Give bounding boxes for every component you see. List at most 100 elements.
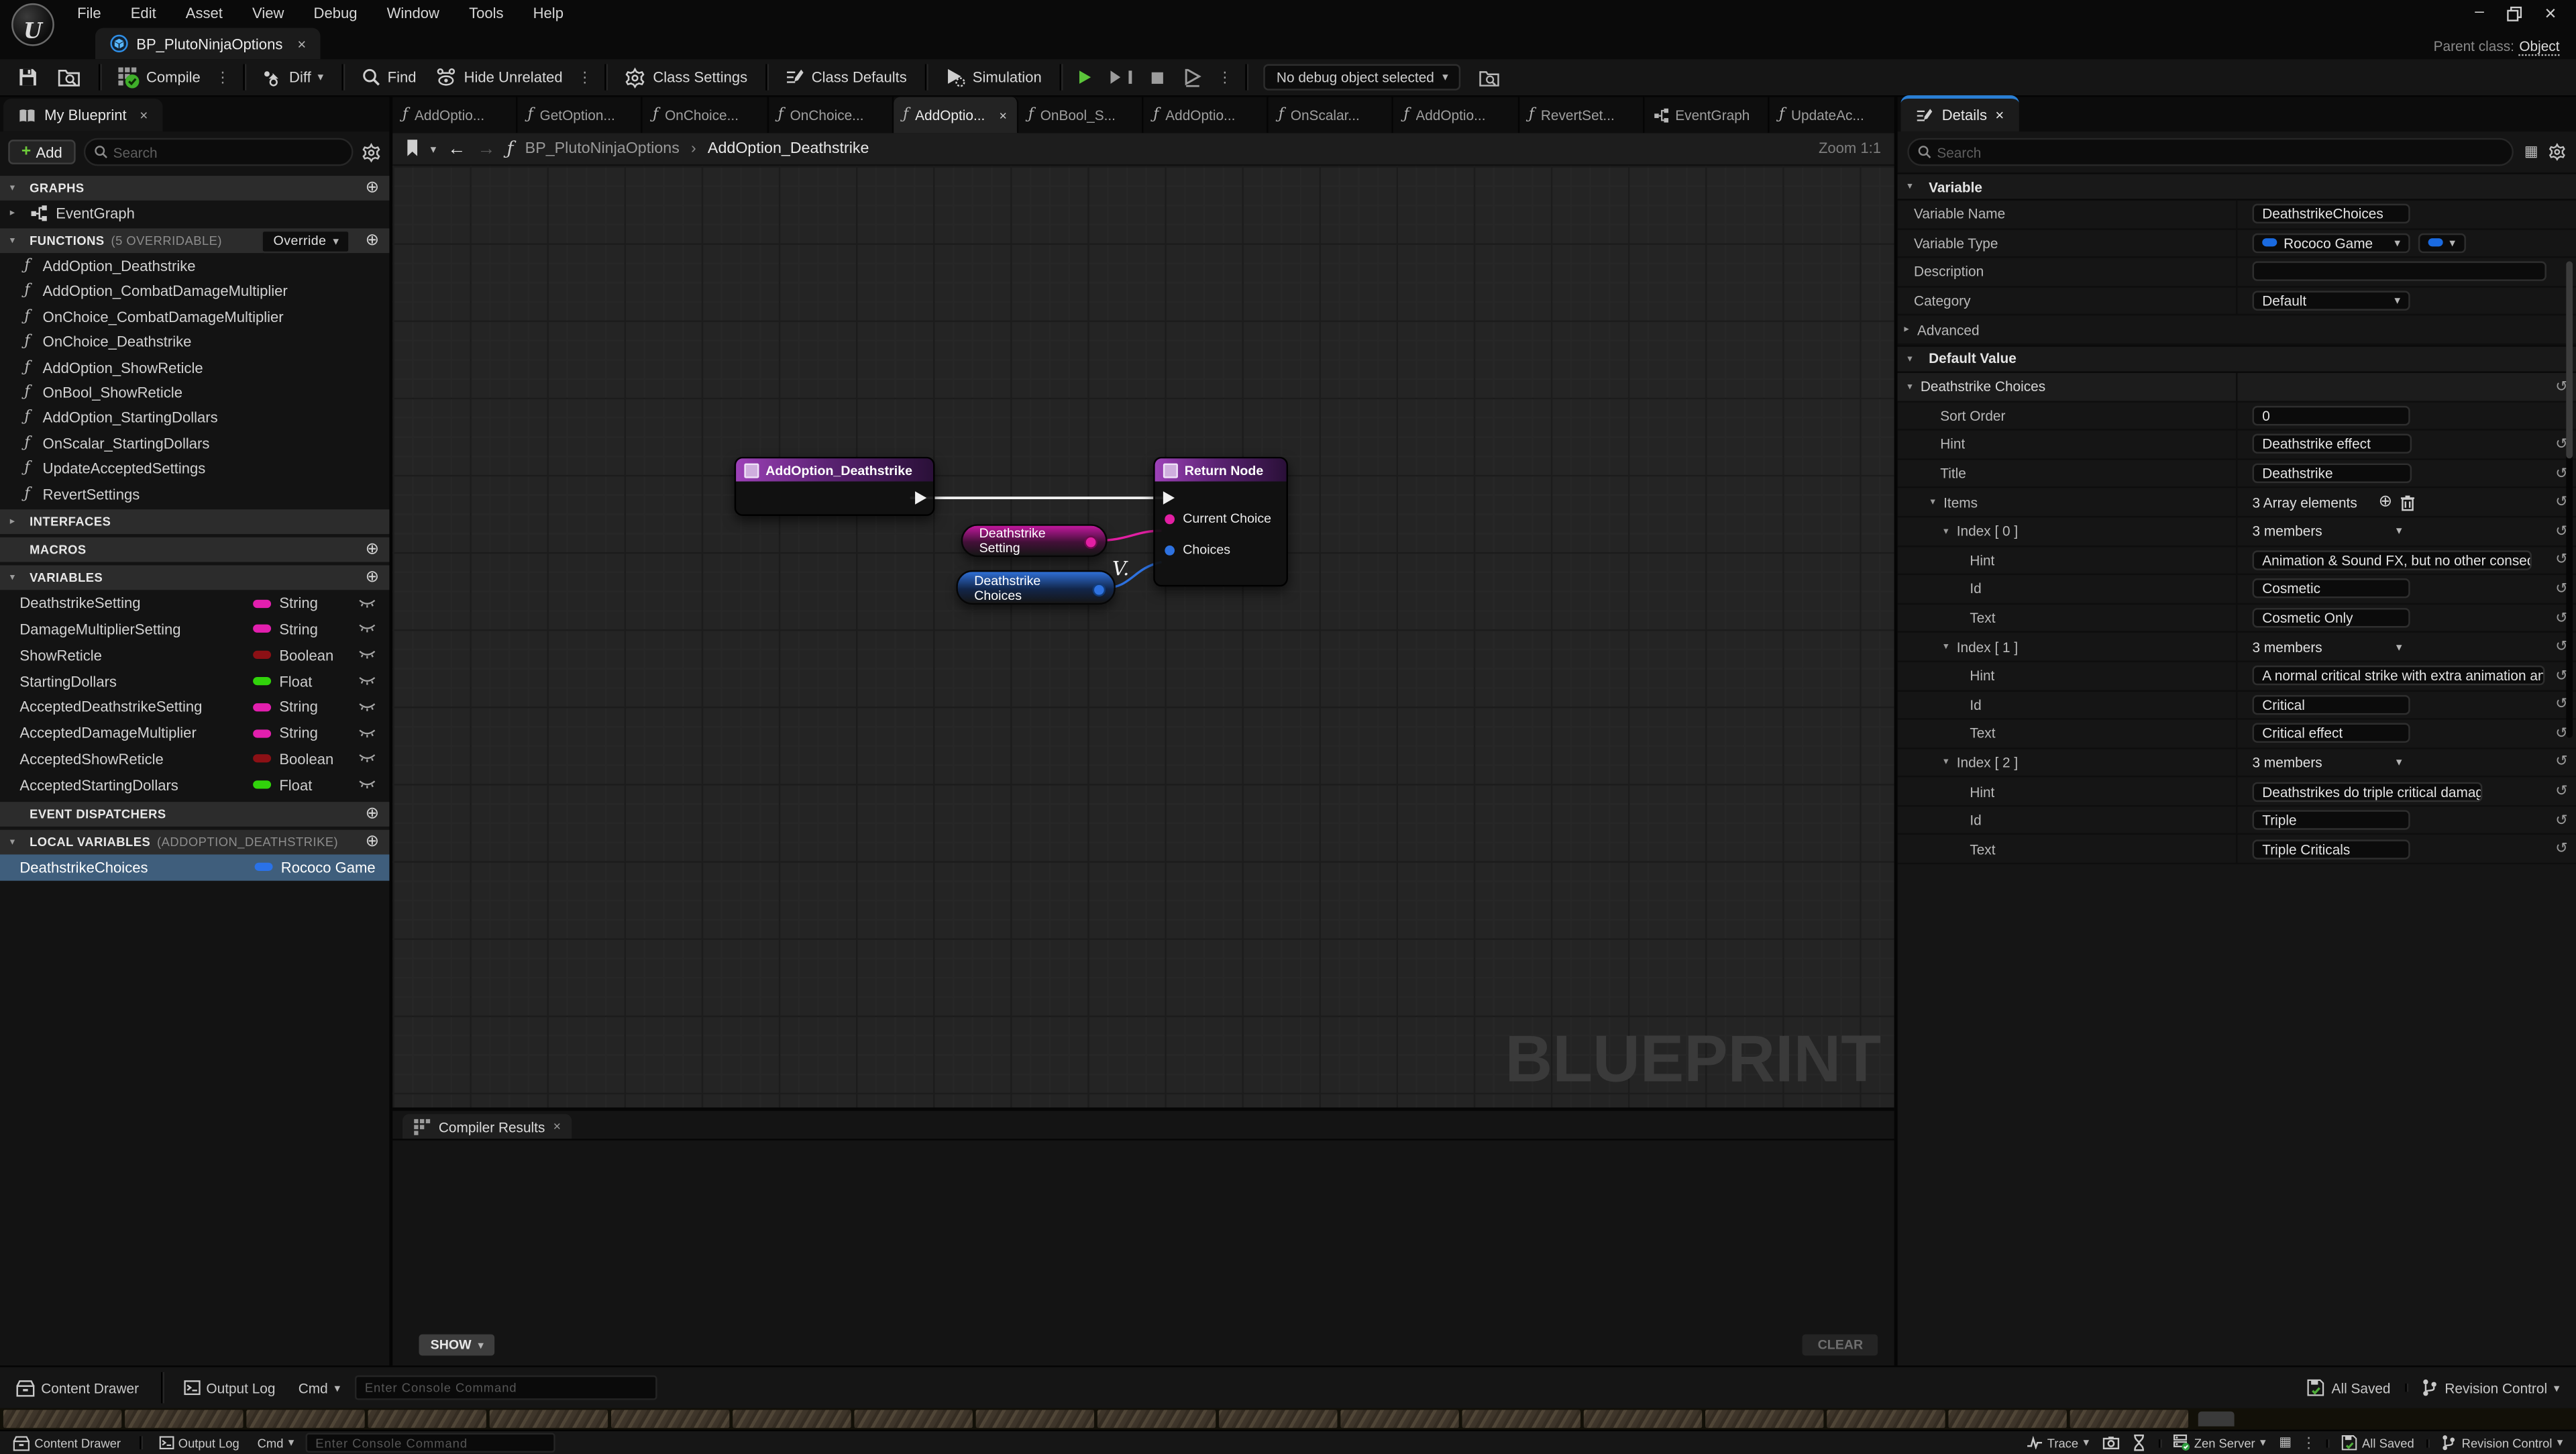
category-combobox[interactable]: Default ▾ xyxy=(2253,291,2410,311)
close-panel-icon[interactable]: × xyxy=(140,107,148,123)
menu-debug[interactable]: Debug xyxy=(302,1,368,24)
node-getter-deathstrike-setting[interactable]: Deathstrike Setting xyxy=(961,524,1108,557)
chevron-down-icon[interactable]: ▾ xyxy=(431,142,437,156)
graph-tab[interactable]: ƒRevertSet... xyxy=(1519,97,1644,133)
graph-tab[interactable]: ƒOnChoice... xyxy=(768,97,894,133)
clear-button[interactable]: CLEAR xyxy=(1803,1335,1878,1356)
breadcrumb-root[interactable]: BP_PlutoNinjaOptions xyxy=(525,140,680,158)
tab-details[interactable]: Details × xyxy=(1900,95,2019,132)
variable-row[interactable]: StartingDollarsFloat xyxy=(0,668,389,694)
play-options-kebab[interactable]: ⋮ xyxy=(1214,68,1236,87)
menu-asset[interactable]: Asset xyxy=(174,1,234,24)
trace-dropdown[interactable]: Trace ▾ xyxy=(2021,1435,2096,1450)
local-variables-header[interactable]: ▾ LOCAL VARIABLES (ADDOPTION_DEATHSTRIKE… xyxy=(0,829,389,854)
row-index-0[interactable]: ▾ Index [ 0 ] 3 members▾ ↺ xyxy=(1898,517,2576,546)
graph-tab[interactable]: ƒAddOptio... xyxy=(392,97,518,133)
variable-row[interactable]: AcceptedStartingDollarsFloat xyxy=(0,772,389,798)
pin-row-choices[interactable]: Choices xyxy=(1155,539,1287,560)
revision-control-button[interactable]: Revision Control ▾ xyxy=(2414,1379,2568,1397)
graph-tab[interactable]: ƒUpdateAc... xyxy=(1769,97,1894,133)
compile-button[interactable]: Compile xyxy=(110,63,209,91)
compile-options-kebab[interactable]: ⋮ xyxy=(212,68,233,87)
override-dropdown[interactable]: Override ▾ xyxy=(262,230,350,253)
close-icon[interactable]: × xyxy=(2544,3,2556,23)
index-text-input[interactable]: Cosmetic Only xyxy=(2253,608,2410,627)
display-filter-grid-icon[interactable]: ▦ xyxy=(2524,145,2538,160)
row-advanced[interactable]: ▸ Advanced xyxy=(1898,316,2576,345)
close-panel-icon[interactable]: × xyxy=(1995,107,2004,123)
variables-header[interactable]: ▾ VARIABLES ⊕ xyxy=(0,566,389,590)
find-node-button[interactable] xyxy=(1175,65,1211,90)
graph-canvas[interactable]: AddOption_Deathstrike Return Node Curren… xyxy=(392,166,1894,1107)
variable-row[interactable]: AcceptedDamageMultiplierString xyxy=(0,720,389,746)
eye-closed-icon[interactable] xyxy=(358,779,376,790)
details-settings-gear-icon[interactable] xyxy=(2548,143,2566,161)
description-input[interactable] xyxy=(2253,262,2546,282)
add-macro-icon[interactable]: ⊕ xyxy=(366,541,380,559)
bookmark-icon[interactable] xyxy=(406,140,419,158)
reset-to-default-icon[interactable]: ↺ xyxy=(2555,840,2567,858)
find-button[interactable]: Find xyxy=(353,64,425,91)
close-tab-icon[interactable]: × xyxy=(999,107,1006,122)
zen-server-dropdown[interactable]: Zen Server ▾ xyxy=(2166,1435,2272,1451)
details-search-input[interactable] xyxy=(1932,144,2513,160)
details-scrollbar[interactable] xyxy=(2566,261,2573,737)
variable-row[interactable]: DamageMultiplierSettingString xyxy=(0,617,389,643)
row-group-deathstrike-choices[interactable]: ▾ Deathstrike Choices ↺ xyxy=(1898,373,2576,402)
functions-header[interactable]: ▾ FUNCTIONS (5 OVERRIDABLE) Override ▾ ⊕ xyxy=(0,229,389,254)
close-tab-icon[interactable]: × xyxy=(553,1119,561,1134)
pin-row-current-choice[interactable]: Current Choice xyxy=(1155,508,1287,529)
cmd-dropdown[interactable]: Cmd ▾ xyxy=(251,1435,301,1450)
tab-my-blueprint[interactable]: My Blueprint × xyxy=(3,99,163,132)
all-saved-button[interactable]: All Saved xyxy=(2299,1379,2399,1397)
event-dispatchers-header[interactable]: EVENT DISPATCHERS ⊕ xyxy=(0,801,389,826)
chevron-down-icon[interactable]: ▾ xyxy=(2396,640,2402,654)
stop-button[interactable] xyxy=(1144,68,1172,87)
hourglass-icon[interactable] xyxy=(2125,1435,2151,1451)
graphs-header[interactable]: ▾ GRAPHS ⊕ xyxy=(0,176,389,201)
menu-window[interactable]: Window xyxy=(375,1,451,24)
function-item[interactable]: ƒOnScalar_StartingDollars xyxy=(0,431,389,456)
local-variable-row-selected[interactable]: DeathstrikeChoices Rococo Game Optio xyxy=(0,854,389,880)
node-function-entry[interactable]: AddOption_Deathstrike xyxy=(735,457,935,516)
variable-type-dropdown[interactable]: Rococo Game ▾ xyxy=(2253,233,2410,252)
function-item[interactable]: ƒOnChoice_Deathstrike xyxy=(0,329,389,355)
show-filter-button[interactable]: SHOW ▾ xyxy=(419,1335,495,1356)
interfaces-header[interactable]: ▸ INTERFACES xyxy=(0,510,389,535)
reset-to-default-icon[interactable]: ↺ xyxy=(2555,811,2567,829)
class-defaults-button[interactable]: Class Defaults xyxy=(777,64,915,91)
browse-asset-button[interactable] xyxy=(49,64,89,91)
pin-out-object[interactable] xyxy=(1093,582,1106,596)
graph-tab[interactable]: ƒOnChoice... xyxy=(643,97,768,133)
restore-icon[interactable] xyxy=(2507,6,2522,21)
menu-file[interactable]: File xyxy=(66,1,113,24)
function-item[interactable]: ƒRevertSettings xyxy=(0,481,389,507)
eye-closed-icon[interactable] xyxy=(358,650,376,661)
pin-current-choice[interactable] xyxy=(1165,513,1175,523)
add-dispatcher-icon[interactable]: ⊕ xyxy=(366,804,380,823)
console-input[interactable] xyxy=(357,1380,656,1395)
index-hint-input[interactable]: A normal critical strike with extra anim… xyxy=(2253,666,2545,685)
forward-icon[interactable]: → xyxy=(477,139,495,158)
hide-unrelated-button[interactable]: Hide Unrelated xyxy=(428,64,571,91)
list-item-eventgraph[interactable]: ▸ EventGraph xyxy=(0,201,389,226)
chevron-down-icon[interactable]: ▾ xyxy=(2396,756,2402,769)
index-id-input[interactable]: Cosmetic xyxy=(2253,579,2410,599)
expand-icon[interactable]: ▸ xyxy=(10,207,23,219)
row-index-1[interactable]: ▾ Index [ 1 ] 3 members▾ ↺ xyxy=(1898,633,2576,662)
hide-unrelated-kebab[interactable]: ⋮ xyxy=(574,68,596,87)
frame-skip-button[interactable] xyxy=(1102,67,1140,87)
eye-closed-icon[interactable] xyxy=(358,676,376,687)
debug-object-dropdown[interactable]: No debug object selected ▾ xyxy=(1263,64,1461,91)
cmd-dropdown[interactable]: Cmd ▾ xyxy=(290,1380,348,1396)
graph-tab[interactable]: ƒGetOption... xyxy=(518,97,643,133)
class-settings-button[interactable]: Class Settings xyxy=(616,63,755,91)
browse-debug-icon[interactable] xyxy=(1471,65,1509,90)
menu-edit[interactable]: Edit xyxy=(119,1,168,24)
hint-input[interactable]: Deathstrike effect xyxy=(2253,435,2412,454)
graph-tab-active[interactable]: ƒAddOptio...× xyxy=(893,97,1018,133)
reset-to-default-icon[interactable]: ↺ xyxy=(2555,754,2567,772)
index-id-input[interactable]: Triple xyxy=(2253,811,2410,830)
graph-tab-eventgraph[interactable]: EventGraph xyxy=(1644,97,1770,133)
index-hint-input[interactable]: Deathstrikes do triple critical damage xyxy=(2253,782,2483,801)
